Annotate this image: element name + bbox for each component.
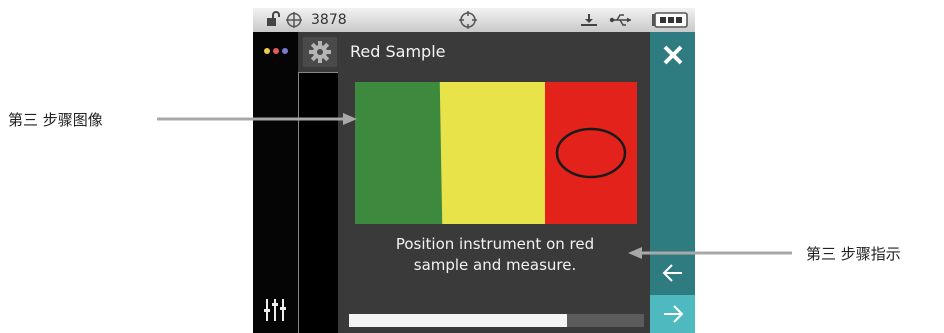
- instruction-line-2: sample and measure.: [413, 256, 577, 274]
- progress-fill: [349, 314, 568, 327]
- close-icon: [663, 45, 682, 65]
- step3-instruction-label: 第三 步骤指示: [806, 245, 901, 263]
- target-icon: [459, 11, 477, 29]
- device-screen: 3878 Red Sample Position instrument on r…: [253, 8, 695, 333]
- download-icon: [579, 11, 599, 29]
- instruction-text: Position instrument on red sample and me…: [345, 234, 645, 276]
- sliders-icon[interactable]: [263, 297, 287, 323]
- side-panel: [298, 72, 338, 333]
- next-arrow-icon: [663, 305, 683, 323]
- lock-icon: [265, 11, 281, 27]
- dots-icon[interactable]: [262, 46, 290, 56]
- battery-icon: [651, 12, 689, 28]
- measurement-counter: 3878: [311, 12, 347, 28]
- next-button[interactable]: [650, 295, 695, 333]
- gear-icon[interactable]: [303, 37, 337, 67]
- crosshair-icon: [285, 11, 303, 29]
- status-bar: 3878: [253, 8, 695, 32]
- left-sidebar: [253, 32, 298, 333]
- instruction-line-1: Position instrument on red: [395, 235, 595, 253]
- close-button[interactable]: [650, 36, 695, 74]
- step3-image-label: 第三 步骤图像: [8, 111, 103, 129]
- usb-icon: [609, 11, 633, 29]
- back-button[interactable]: [650, 256, 695, 290]
- back-arrow-icon: [662, 264, 682, 282]
- target-ring: [555, 127, 627, 179]
- title-bar: Red Sample: [298, 32, 650, 72]
- page-title: Red Sample: [350, 42, 446, 61]
- sample-image: [355, 82, 637, 224]
- progress-bar: [349, 314, 644, 327]
